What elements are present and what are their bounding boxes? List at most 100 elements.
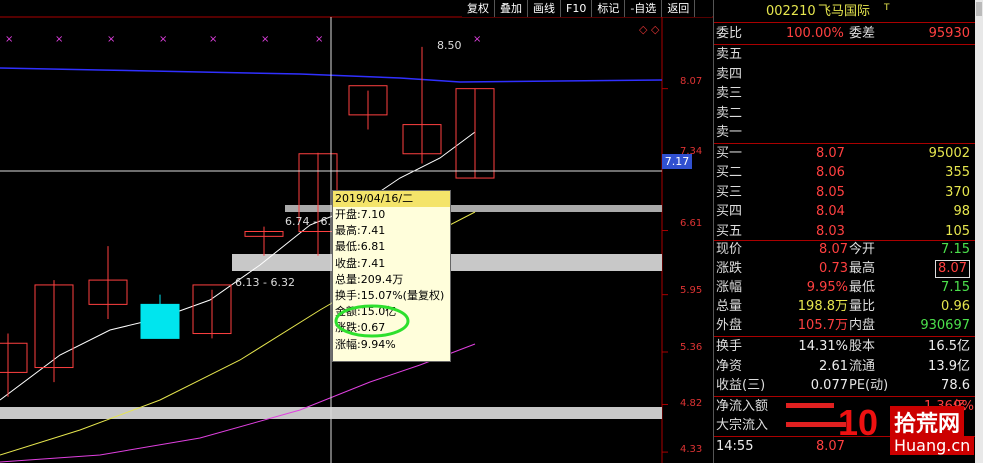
buy-row: 买二 8.06 355 (714, 164, 976, 182)
stat-label: 量比 (849, 299, 876, 314)
top-marker: × (5, 34, 13, 45)
tooltip-row: 最低:6.81 (335, 240, 386, 254)
tooltip-row: 金额:15.0亿 (335, 305, 397, 319)
sell-label: 卖五 (716, 47, 743, 62)
stat-value: 198.8万 (797, 299, 848, 314)
fund-label: 股本 (849, 339, 876, 354)
fund-label: 收益(三) (716, 378, 766, 393)
fund-value: 2.61 (819, 358, 848, 374)
stat-row: 总量 198.8万 量比 0.96 (714, 298, 976, 316)
fund-row: 净资 2.61 流通 13.9亿 (714, 358, 976, 376)
axis-tick: 5.36 (680, 342, 703, 353)
buy-label: 买二 (716, 165, 743, 181)
scroll-thumb[interactable] (976, 2, 982, 16)
stat-label: 今开 (849, 242, 876, 257)
buy-row: 买三 8.05 370 (714, 184, 976, 202)
tooltip-row: 涨幅:9.94% (335, 337, 396, 351)
stock-code: 002210 (766, 4, 816, 19)
sell-row: 卖三 (714, 85, 976, 103)
top-marker: × (261, 34, 269, 45)
stat-value: 7.15 (941, 280, 970, 295)
sell-label: 卖一 (716, 125, 743, 140)
diamond-icon[interactable]: ◇ ◇ (639, 23, 659, 36)
stat-label: 涨跌 (716, 261, 743, 276)
stat-value: 0.96 (941, 299, 970, 314)
stock-flag: T (884, 3, 890, 13)
buy-volume: 105 (945, 223, 970, 239)
quote-panel: 002210 飞马国际 T 委比 100.00% 委差 95930 卖五卖四卖三… (713, 0, 976, 463)
toolbar-button[interactable]: 画线 (528, 0, 561, 17)
stat-row: 涨跌 0.73 最高 8.07 (714, 260, 976, 278)
axis-tick: 4.33 (680, 444, 703, 455)
sell-row: 卖四 (714, 66, 976, 84)
axis-tick: 8.07 (680, 76, 703, 87)
fund-label: 净资 (716, 358, 743, 374)
fund-label: 换手 (716, 339, 743, 354)
stat-value: 7.15 (941, 242, 970, 257)
fund-value: 16.5亿 (928, 339, 970, 354)
fund-value: 78.6 (941, 378, 970, 393)
buy-volume: 355 (945, 165, 970, 181)
watermark-sub: Huang.cn (890, 436, 975, 455)
top-marker: × (315, 34, 323, 45)
axis-tick: 6.61 (680, 218, 703, 229)
tooltip-row: 开盘:7.10 (335, 208, 386, 221)
tooltip-date: 2019/04/16/二 (333, 191, 450, 207)
sell-row: 卖五 (714, 46, 976, 64)
weibi-row: 委比 100.00% 委差 95930 (716, 26, 970, 41)
buy-price: 8.07 (816, 146, 845, 161)
buy-label: 买四 (716, 204, 743, 220)
toolbar-button[interactable]: 复权 (462, 0, 495, 17)
stock-header: 002210 飞马国际 T (714, 3, 976, 21)
high-annotation: 8.50 (437, 39, 462, 52)
toolbar-button[interactable]: -自选 (625, 0, 663, 17)
buy-label: 买五 (716, 223, 743, 239)
buy-price: 8.06 (816, 165, 845, 181)
toolbar-button[interactable]: 返回 (662, 0, 696, 17)
stat-row: 涨幅 9.95% 最低 7.15 (714, 279, 976, 297)
fund-value: 0.077 (810, 378, 848, 393)
flow-label: 净流入额 (716, 399, 769, 414)
axis-tick: 4.82 (680, 398, 703, 409)
sell-label: 卖三 (716, 86, 743, 101)
stat-value: 0.73 (819, 261, 848, 276)
top-marker: × (55, 34, 63, 45)
toolbar-button[interactable]: F10 (561, 0, 593, 17)
top-marker: × (473, 34, 481, 45)
toolbar-button[interactable]: 标记 (592, 0, 626, 17)
stat-label: 现价 (716, 242, 743, 257)
candle-info-tooltip: 2019/04/16/二 开盘:7.10 最高:7.41 最低:6.81 收盘:7.4… (332, 190, 451, 362)
watermark-logo: 10 拾荒网 Huang.cn (830, 398, 975, 461)
stat-row: 外盘 105.7万 内盘 930697 (714, 317, 976, 335)
buy-price: 8.03 (816, 223, 845, 239)
buy-price: 8.05 (816, 184, 845, 200)
stat-label: 外盘 (716, 318, 743, 333)
tooltip-row: 最高:7.41 (335, 224, 386, 238)
scrollbar[interactable] (975, 0, 983, 463)
sell-label: 卖四 (716, 66, 743, 82)
buy-price: 8.04 (816, 204, 845, 220)
fund-value: 14.31% (798, 339, 848, 354)
current-price-marker: 7.17 (662, 154, 692, 169)
buy-label: 买三 (716, 184, 743, 200)
weicha-value: 95930 (928, 26, 970, 41)
stat-row: 现价 8.07 今开 7.15 (714, 241, 976, 259)
stat-label: 最低 (849, 280, 876, 295)
buy-label: 买一 (716, 146, 743, 161)
buy-volume: 98 (953, 204, 970, 220)
toolbar-button[interactable]: 叠加 (495, 0, 528, 17)
stat-label: 涨幅 (716, 280, 743, 295)
sell-label: 卖二 (716, 105, 743, 121)
stat-label: 总量 (716, 299, 743, 314)
weibi-value: 100.00% (786, 26, 844, 41)
sell-row: 卖一 (714, 124, 976, 142)
fund-value: 13.9亿 (928, 358, 970, 374)
fund-row: 收益(三) 0.077 PE(动) 78.6 (714, 377, 976, 395)
axis-tick: 5.95 (680, 285, 703, 296)
fund-row: 换手 14.31% 股本 16.5亿 (714, 338, 976, 356)
stat-value: 9.95% (806, 280, 848, 295)
buy-volume: 95002 (928, 146, 970, 161)
flow-label: 大宗流入 (716, 418, 769, 433)
tooltip-row: 收盘:7.41 (335, 256, 386, 270)
buy-row: 买四 8.04 98 (714, 203, 976, 221)
